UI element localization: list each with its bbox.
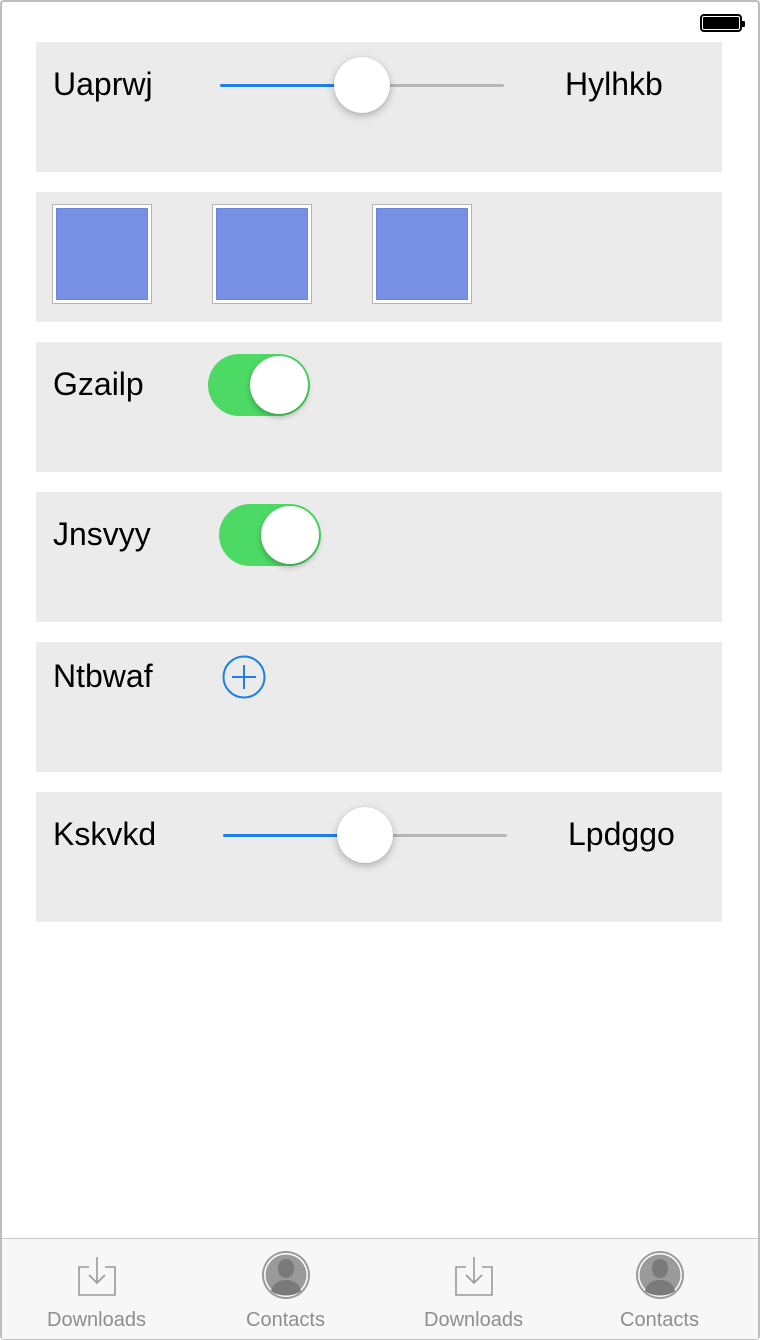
tab-downloads-2[interactable]: Downloads (379, 1239, 568, 1339)
slider-row-uaprwj: Uaprwj Hylhkb (36, 42, 722, 172)
tab-downloads[interactable]: Downloads (2, 1239, 191, 1339)
tab-label: Contacts (246, 1309, 325, 1331)
tab-contacts[interactable]: Contacts (191, 1239, 380, 1339)
toggle-label: Gzailp (53, 366, 144, 402)
toggle-knob (250, 356, 308, 414)
slider-label: Kskvkd (53, 816, 157, 852)
contacts-icon (261, 1251, 310, 1299)
color-square[interactable] (52, 204, 152, 304)
slider-thumb[interactable] (337, 807, 393, 863)
battery-full-icon (700, 14, 745, 32)
downloads-icon (77, 1257, 116, 1296)
status-bar (2, 2, 758, 42)
tab-bar: Downloads Contacts Downloads Contacts (2, 1238, 758, 1339)
color-square[interactable] (212, 204, 312, 304)
tab-contacts-2[interactable]: Contacts (565, 1239, 754, 1339)
slider-max-label: Hylhkb (565, 66, 663, 102)
add-row-ntbwaf: Ntbwaf (36, 642, 722, 772)
downloads-icon (454, 1257, 493, 1296)
toggle-switch-gzailp[interactable] (208, 354, 310, 416)
device-frame: Uaprwj Hylhkb Gzailp Jnsvyy Ntbwaf Kskvk… (0, 0, 760, 1340)
toggle-row-gzailp: Gzailp (36, 342, 722, 472)
tab-label: Contacts (620, 1309, 699, 1331)
slider-thumb[interactable] (334, 57, 390, 113)
add-label: Ntbwaf (53, 658, 153, 694)
slider-max-label: Lpdggo (568, 816, 675, 852)
toggle-label: Jnsvyy (53, 516, 151, 552)
color-square[interactable] (372, 204, 472, 304)
toggle-row-jnsvyy: Jnsvyy (36, 492, 722, 622)
slider-label: Uaprwj (53, 66, 153, 102)
toggle-switch-jnsvyy[interactable] (219, 504, 321, 566)
slider-row-kskvkd: Kskvkd Lpdggo (36, 792, 722, 922)
tab-label: Downloads (424, 1309, 523, 1331)
contacts-icon (635, 1251, 684, 1299)
toggle-knob (261, 506, 319, 564)
add-circle-icon[interactable] (222, 655, 266, 699)
tab-label: Downloads (47, 1309, 146, 1331)
squares-row (36, 192, 722, 322)
